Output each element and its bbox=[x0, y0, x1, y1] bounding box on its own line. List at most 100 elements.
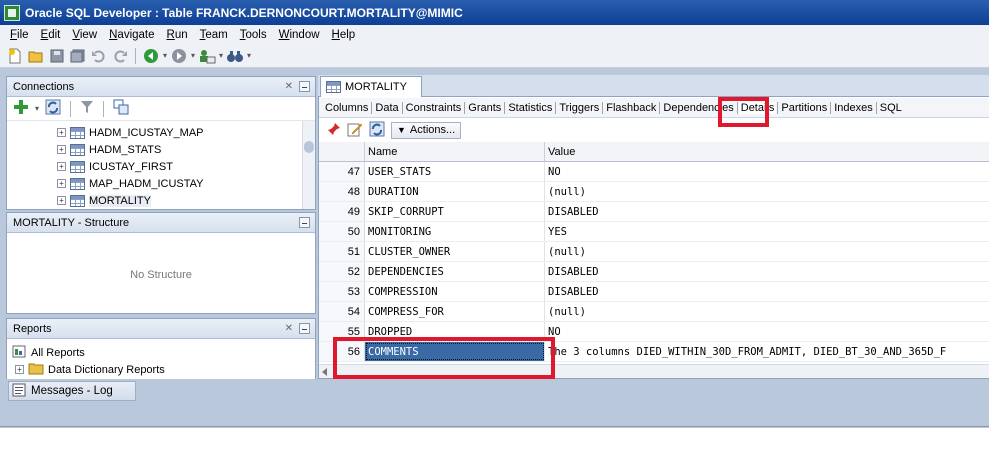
redo-icon[interactable] bbox=[111, 47, 129, 65]
cell-name[interactable]: COMPRESS_FOR bbox=[365, 302, 545, 321]
menu-tools[interactable]: Tools bbox=[234, 29, 273, 41]
window-title-bar[interactable]: Oracle SQL Developer : Table FRANCK.DERN… bbox=[0, 0, 989, 25]
schema-browser-icon[interactable] bbox=[113, 99, 129, 118]
expand-icon[interactable]: + bbox=[57, 196, 66, 205]
subtab-constraints[interactable]: Constraints bbox=[404, 102, 464, 114]
messages-log-tab[interactable]: Messages - Log bbox=[8, 381, 136, 401]
cell-value[interactable]: NO bbox=[545, 322, 989, 341]
tab-mortality[interactable]: MORTALITY bbox=[320, 76, 422, 97]
table-row[interactable]: 54 COMPRESS_FOR (null) bbox=[319, 302, 989, 322]
row-number: 51 bbox=[319, 242, 365, 261]
minimize-icon[interactable] bbox=[299, 323, 310, 334]
subtab-statistics[interactable]: Statistics bbox=[506, 102, 554, 114]
tree-item-selected[interactable]: + MORTALITY bbox=[7, 192, 315, 209]
edit-icon[interactable] bbox=[347, 121, 363, 140]
back-icon[interactable] bbox=[142, 47, 160, 65]
expand-icon[interactable]: + bbox=[57, 128, 66, 137]
tree-item[interactable]: + ICUSTAY_FIRST bbox=[7, 158, 315, 175]
cell-value[interactable]: DISABLED bbox=[545, 202, 989, 221]
subtab-flashback[interactable]: Flashback bbox=[604, 102, 658, 114]
expand-icon[interactable]: + bbox=[57, 145, 66, 154]
cell-name[interactable]: SKIP_CORRUPT bbox=[365, 202, 545, 221]
tree-item[interactable]: + HADM_ICUSTAY_MAP bbox=[7, 124, 315, 141]
actions-button[interactable]: ▼ Actions... bbox=[391, 121, 462, 139]
connections-title: Connections bbox=[13, 80, 75, 93]
column-header-name[interactable]: Name bbox=[365, 142, 545, 161]
tree-item[interactable]: + HADM_STATS bbox=[7, 141, 315, 158]
sql-worksheet-dropdown-icon[interactable]: ▾ bbox=[219, 51, 223, 60]
forward-dropdown-icon[interactable]: ▾ bbox=[191, 51, 195, 60]
subtab-sql[interactable]: SQL bbox=[878, 102, 904, 114]
report-item-all[interactable]: All Reports bbox=[7, 344, 315, 361]
scrollbar-thumb[interactable] bbox=[304, 141, 314, 153]
scroll-left-icon[interactable] bbox=[322, 368, 327, 376]
menu-file[interactable]: File bbox=[4, 29, 35, 41]
cell-value[interactable]: (null) bbox=[545, 182, 989, 201]
subtab-partitions[interactable]: Partitions bbox=[779, 102, 829, 114]
cell-value[interactable]: YES bbox=[545, 222, 989, 241]
table-row[interactable]: 47 USER_STATS NO bbox=[319, 162, 989, 182]
toolbar-separator bbox=[70, 100, 72, 117]
save-icon[interactable] bbox=[48, 47, 66, 65]
vertical-scrollbar[interactable] bbox=[302, 121, 315, 209]
refresh-icon[interactable] bbox=[45, 99, 61, 118]
binoculars-dropdown-icon[interactable]: ▾ bbox=[247, 51, 251, 60]
new-file-icon[interactable] bbox=[6, 47, 24, 65]
subtab-data[interactable]: Data bbox=[373, 102, 400, 114]
cell-value[interactable]: (null) bbox=[545, 242, 989, 261]
subtab-triggers[interactable]: Triggers bbox=[557, 102, 601, 114]
minimize-icon[interactable] bbox=[299, 217, 310, 228]
menu-navigate[interactable]: Navigate bbox=[103, 29, 160, 41]
table-row[interactable]: 50 MONITORING YES bbox=[319, 222, 989, 242]
binoculars-icon[interactable] bbox=[226, 47, 244, 65]
cell-name[interactable]: USER_STATS bbox=[365, 162, 545, 181]
save-all-icon[interactable] bbox=[69, 47, 87, 65]
open-folder-icon[interactable] bbox=[27, 47, 45, 65]
table-row[interactable]: 49 SKIP_CORRUPT DISABLED bbox=[319, 202, 989, 222]
expand-icon[interactable]: + bbox=[57, 179, 66, 188]
menu-team[interactable]: Team bbox=[194, 29, 234, 41]
cell-name[interactable]: MONITORING bbox=[365, 222, 545, 241]
subtab-separator bbox=[555, 101, 557, 114]
pin-icon[interactable] bbox=[327, 122, 341, 139]
undo-icon[interactable] bbox=[90, 47, 108, 65]
cell-name[interactable]: COMPRESSION bbox=[365, 282, 545, 301]
column-header-value[interactable]: Value bbox=[545, 142, 989, 161]
minimize-icon[interactable] bbox=[299, 81, 310, 92]
cell-name[interactable]: DEPENDENCIES bbox=[365, 262, 545, 281]
close-icon[interactable]: ✕ bbox=[285, 323, 293, 334]
expand-icon[interactable]: + bbox=[15, 365, 24, 374]
cell-name[interactable]: CLUSTER_OWNER bbox=[365, 242, 545, 261]
menu-window[interactable]: Window bbox=[273, 29, 326, 41]
filter-icon[interactable] bbox=[80, 100, 94, 117]
tree-item[interactable]: + MAP_HADM_ICUSTAY bbox=[7, 175, 315, 192]
add-connection-dropdown-icon[interactable]: ▾ bbox=[35, 104, 39, 113]
add-connection-icon[interactable] bbox=[13, 99, 29, 118]
subtab-indexes[interactable]: Indexes bbox=[832, 102, 875, 114]
table-row[interactable]: 53 COMPRESSION DISABLED bbox=[319, 282, 989, 302]
table-row[interactable]: 52 DEPENDENCIES DISABLED bbox=[319, 262, 989, 282]
report-item-data-dictionary[interactable]: + Data Dictionary Reports bbox=[7, 361, 315, 378]
sql-worksheet-icon[interactable] bbox=[198, 47, 216, 65]
row-number: 50 bbox=[319, 222, 365, 241]
table-row[interactable]: 48 DURATION (null) bbox=[319, 182, 989, 202]
cell-value[interactable]: DISABLED bbox=[545, 282, 989, 301]
subtab-columns[interactable]: Columns bbox=[323, 102, 370, 114]
refresh-icon[interactable] bbox=[369, 121, 385, 140]
cell-value[interactable]: NO bbox=[545, 162, 989, 181]
subtab-grants[interactable]: Grants bbox=[466, 102, 503, 114]
menu-help[interactable]: Help bbox=[326, 29, 362, 41]
menu-view[interactable]: View bbox=[66, 29, 103, 41]
cell-name[interactable]: DURATION bbox=[365, 182, 545, 201]
cell-value[interactable]: The 3 columns DIED_WITHIN_30D_FROM_ADMIT… bbox=[545, 342, 989, 361]
subtab-separator bbox=[504, 101, 506, 114]
forward-icon[interactable] bbox=[170, 47, 188, 65]
cell-value[interactable]: DISABLED bbox=[545, 262, 989, 281]
table-row[interactable]: 51 CLUSTER_OWNER (null) bbox=[319, 242, 989, 262]
cell-value[interactable]: (null) bbox=[545, 302, 989, 321]
menu-run[interactable]: Run bbox=[161, 29, 194, 41]
close-icon[interactable]: ✕ bbox=[285, 81, 293, 92]
menu-edit[interactable]: Edit bbox=[35, 29, 67, 41]
expand-icon[interactable]: + bbox=[57, 162, 66, 171]
back-dropdown-icon[interactable]: ▾ bbox=[163, 51, 167, 60]
